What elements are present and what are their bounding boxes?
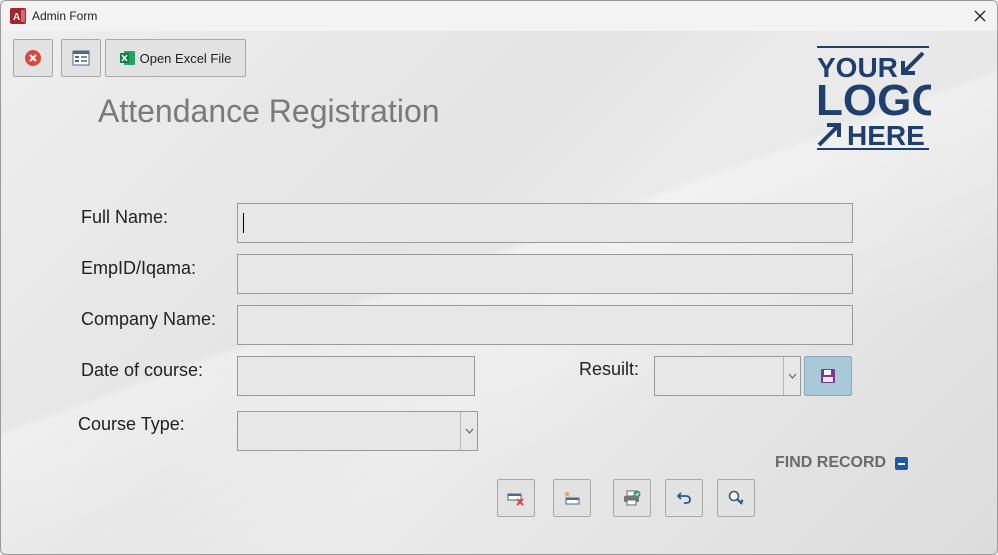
result-combobox[interactable] [654, 356, 801, 396]
open-excel-file-label: Open Excel File [139, 50, 232, 66]
title-bar: A Admin Form [1, 1, 997, 31]
close-icon [974, 10, 986, 22]
save-record-button[interactable] [804, 356, 852, 396]
delete-record-button[interactable] [497, 479, 535, 517]
find-record-toggle[interactable] [895, 457, 908, 470]
result-dropdown-button[interactable] [783, 357, 800, 395]
find-record-label: FIND RECORD [775, 454, 887, 471]
full-name-input[interactable] [237, 203, 853, 243]
form-area: Open Excel File Attendance Registration … [1, 31, 997, 554]
admin-form-window: A Admin Form Open Excel File Attendance … [0, 0, 998, 555]
window-title: Admin Form [32, 9, 98, 23]
svg-text:HERE: HERE [847, 120, 925, 151]
chevron-down-icon [788, 373, 796, 379]
empid-iqama-label: EmpID/Iqama: [81, 258, 197, 278]
result-label: Resuilt: [579, 359, 640, 379]
new-record-icon [564, 491, 580, 505]
open-excel-file-button[interactable]: Open Excel File [105, 39, 246, 77]
undo-button[interactable] [665, 479, 703, 517]
full-name-label: Full Name: [81, 207, 169, 227]
course-type-dropdown-button[interactable] [460, 412, 477, 450]
chevron-down-icon [465, 428, 473, 434]
save-disk-icon [821, 369, 835, 383]
text-cursor [243, 213, 244, 233]
date-of-course-label: Date of course: [81, 360, 204, 380]
print-icon [624, 490, 641, 506]
company-name-label: Company Name: [81, 309, 217, 329]
empid-iqama-input[interactable] [237, 254, 853, 294]
form-view-button[interactable] [61, 39, 101, 77]
svg-text:LOGO: LOGO [816, 76, 931, 125]
delete-record-icon [507, 493, 524, 506]
cancel-circle-icon [25, 50, 41, 66]
close-form-button[interactable] [13, 39, 53, 77]
access-app-icon: A [10, 8, 26, 24]
course-type-combobox[interactable] [237, 411, 478, 451]
minus-icon [898, 462, 905, 465]
new-record-button[interactable] [553, 479, 591, 517]
print-button[interactable] [613, 479, 651, 517]
page-title: Attendance Registration [98, 93, 440, 129]
close-window-button[interactable] [969, 5, 991, 27]
find-user-icon [728, 490, 744, 505]
company-logo: YOUR LOGO HERE [816, 46, 931, 151]
date-of-course-input[interactable] [237, 356, 475, 396]
course-type-label: Course Type: [78, 414, 185, 434]
form-view-icon [72, 50, 90, 66]
find-button[interactable] [717, 479, 755, 517]
svg-text:A: A [13, 12, 20, 23]
undo-icon [676, 492, 691, 504]
company-name-input[interactable] [237, 305, 853, 345]
excel-icon [119, 51, 135, 65]
